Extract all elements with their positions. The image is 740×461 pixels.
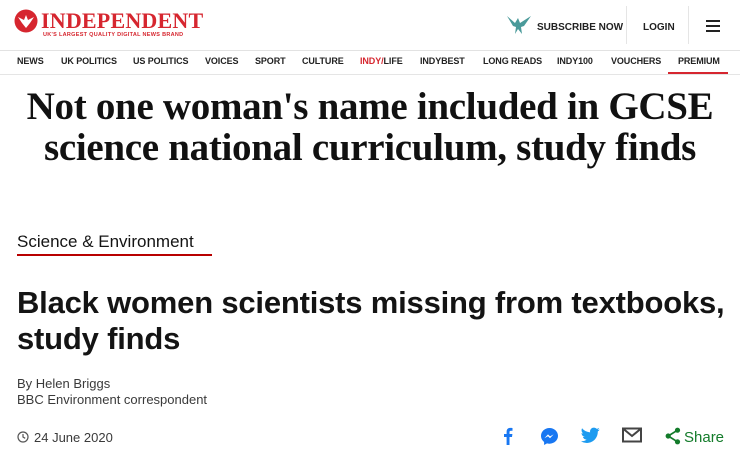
nav-item-indybest[interactable]: INDYBEST	[420, 56, 465, 66]
author-role: BBC Environment correspondent	[17, 392, 208, 407]
nav-item-vouchers[interactable]: VOUCHERS	[611, 56, 661, 66]
divider	[626, 6, 627, 44]
divider	[688, 6, 689, 44]
share-label[interactable]: Share	[684, 429, 724, 446]
logo-wordmark: INDEPENDENT	[41, 8, 204, 33]
section-nav: NEWS UK POLITICS US POLITICS VOICES SPOR…	[0, 50, 740, 75]
email-icon[interactable]	[622, 427, 642, 443]
nav-item-life-part: LIFE	[383, 56, 403, 66]
byline: By Helen Briggs BBC Environment correspo…	[17, 376, 207, 408]
nav-item-uk-politics[interactable]: UK POLITICS	[61, 56, 117, 66]
twitter-icon[interactable]	[581, 427, 600, 444]
nav-item-news[interactable]: NEWS	[17, 56, 44, 66]
independent-header: INDEPENDENT UK'S LARGEST QUALITY DIGITAL…	[0, 0, 740, 51]
subscribe-button[interactable]: SUBSCRIBE NOW	[506, 10, 626, 42]
article-headline: Black women scientists missing from text…	[17, 285, 725, 356]
facebook-icon[interactable]	[503, 427, 513, 445]
publish-date: 24 June 2020	[34, 430, 113, 445]
messenger-icon[interactable]	[540, 427, 559, 446]
nav-item-us-politics[interactable]: US POLITICS	[133, 56, 189, 66]
nav-item-sport[interactable]: SPORT	[255, 56, 286, 66]
nav-item-indy-part: INDY/	[360, 56, 384, 66]
nav-item-indy-life[interactable]: INDY/LIFE	[360, 56, 403, 66]
section-link[interactable]: Science & Environment	[17, 232, 194, 252]
nav-item-voices[interactable]: VOICES	[205, 56, 239, 66]
subscribe-label: SUBSCRIBE NOW	[537, 22, 624, 33]
share-tools: Share	[498, 424, 728, 450]
nav-item-long-reads[interactable]: LONG READS	[483, 56, 542, 66]
logo-tagline: UK'S LARGEST QUALITY DIGITAL NEWS BRAND	[43, 32, 184, 38]
author-name: By Helen Briggs	[17, 376, 111, 391]
clock-icon	[17, 431, 29, 443]
nav-item-indy100[interactable]: INDY100	[557, 56, 593, 66]
independent-headline[interactable]: Not one woman's name included in GCSE sc…	[0, 86, 740, 168]
login-link[interactable]: LOGIN	[643, 22, 675, 33]
nav-item-premium[interactable]: PREMIUM	[678, 56, 720, 66]
hamburger-icon[interactable]	[706, 20, 720, 32]
nav-item-culture[interactable]: CULTURE	[302, 56, 344, 66]
eagle-logo-icon	[14, 9, 38, 33]
eagle-subscribe-icon	[507, 16, 531, 34]
share-icon[interactable]	[665, 427, 681, 445]
premium-underline	[668, 72, 728, 74]
section-underline	[17, 254, 212, 256]
